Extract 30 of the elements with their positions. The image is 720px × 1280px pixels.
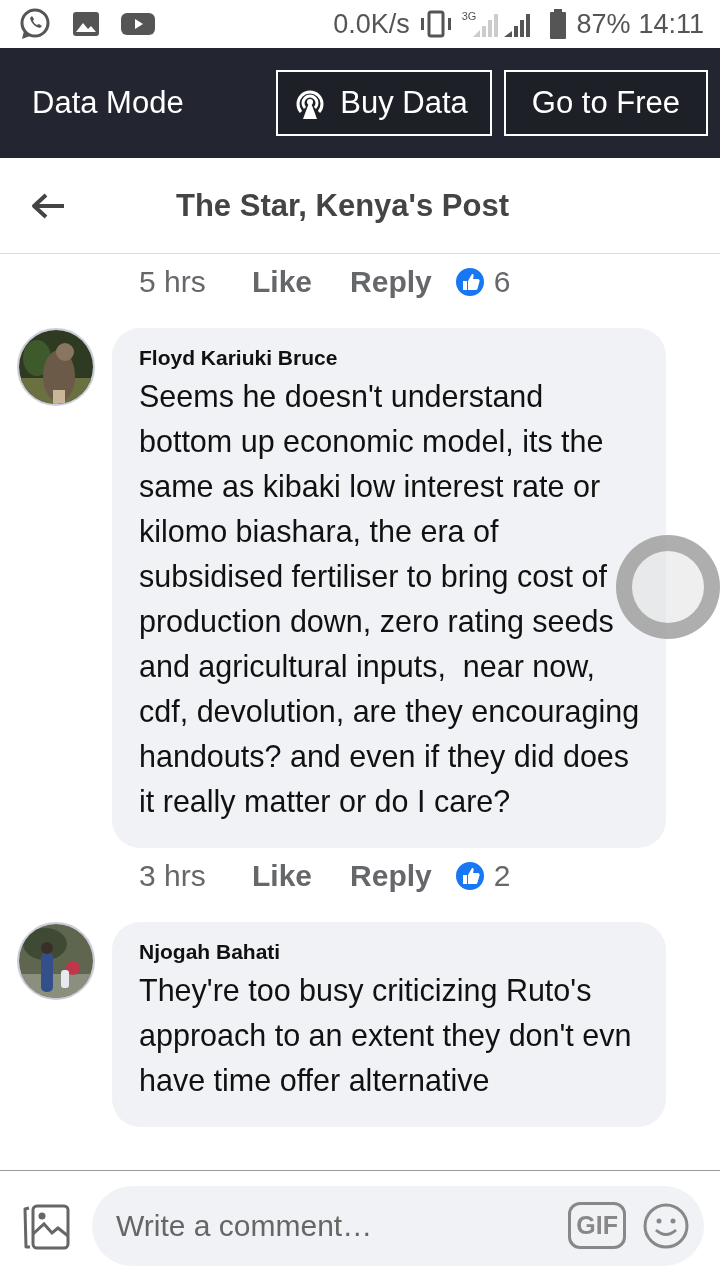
comment-time: 5 hrs [139, 265, 207, 299]
battery-icon [548, 8, 569, 40]
reaction-count: 2 [493, 859, 511, 893]
network-speed: 0.0K/s [333, 8, 410, 40]
chat-icon [18, 7, 52, 41]
comment-author[interactable]: Njogah Bahati [139, 940, 644, 964]
reply-link[interactable]: Reply [350, 265, 432, 299]
emoji-icon[interactable] [642, 1201, 690, 1250]
buy-data-button[interactable]: Buy Data [276, 70, 492, 136]
reply-link[interactable]: Reply [350, 859, 432, 893]
data-mode-label: Data Mode [32, 85, 184, 121]
go-to-free-button[interactable]: Go to Free [503, 70, 708, 136]
back-arrow-icon[interactable] [30, 191, 66, 220]
battery-level: 87% [576, 8, 631, 40]
like-link[interactable]: Like [252, 265, 313, 299]
like-link[interactable]: Like [252, 859, 313, 893]
comment-text: Seems he doesn't understand bottom up economic model, its the same as kibaki low interest rate or kilomo biashara, the era of subsidised fertiliser to bring cost of production down, zero rating seeds and agricultural inputs, near now, cdf, devolution, are they encouraging handouts? and even if they did does it really matter or do I care? [139, 378, 641, 821]
comment-field[interactable]: Write a comment… GIF [92, 1185, 704, 1266]
gif-button[interactable]: GIF [568, 1202, 626, 1249]
reaction-count: 6 [493, 265, 511, 299]
post-title: The Star, Kenya's Post [176, 187, 509, 224]
thumbs-up-icon [453, 266, 486, 298]
thumbs-up-icon [453, 860, 486, 892]
image-icon [72, 10, 100, 38]
network-type: 3G [461, 10, 477, 22]
comment-text: They're too busy criticizing Ruto's approach to an extent they don't evn have time offer alternative [139, 972, 633, 1099]
clock: 14:11 [638, 8, 704, 40]
comment-author[interactable]: Floyd Kariuki Bruce [139, 346, 644, 370]
comment-time: 3 hrs [139, 859, 207, 893]
video-icon [120, 10, 156, 38]
